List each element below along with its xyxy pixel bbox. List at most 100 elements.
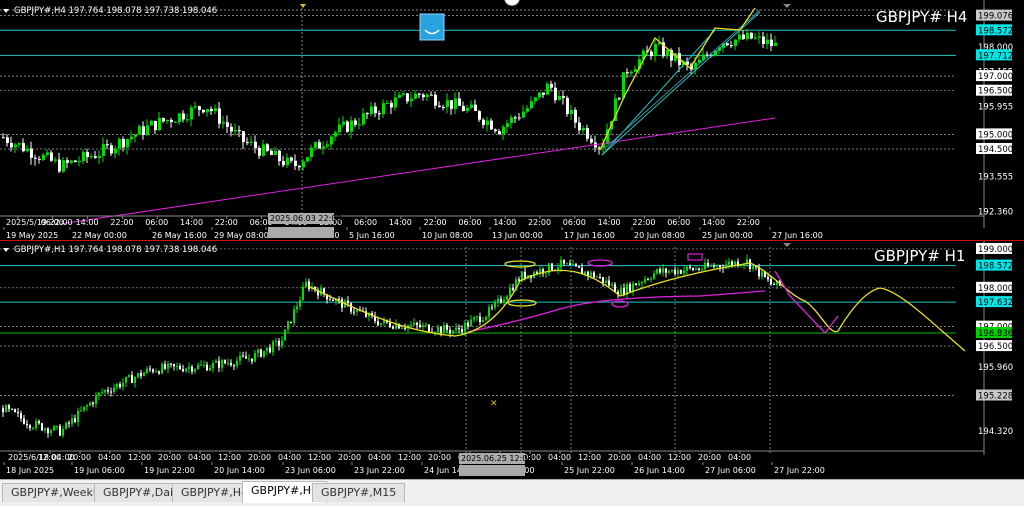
- h4-candle: [190, 104, 193, 126]
- h1-candle: [305, 277, 307, 288]
- h4-candle: [202, 109, 205, 114]
- h1-watermark: GBPJPY# H1: [874, 247, 965, 265]
- h4-candle: [338, 117, 341, 136]
- date-label: 13 Jun 00:00: [492, 231, 543, 240]
- h1-candle: [677, 267, 679, 278]
- h1-candle: [62, 425, 64, 438]
- h1-candle: [383, 316, 385, 327]
- h4-candle: [206, 108, 209, 117]
- h1-candle: [47, 427, 49, 438]
- h1-candle: [320, 284, 322, 296]
- h4-candle: [558, 90, 561, 101]
- time-label: 22:00: [632, 218, 655, 227]
- h4-candle: [262, 139, 265, 157]
- h1-candle: [491, 304, 493, 311]
- h4-candle: [318, 139, 321, 149]
- h4-chart-canvas[interactable]: GBPJPY#,H4 197.764 198.078 197.738 198.0…: [0, 0, 1024, 240]
- h1-candle: [206, 361, 208, 372]
- h4-candle: [46, 149, 49, 157]
- h1-candle: [575, 262, 577, 268]
- h4-candle: [110, 142, 113, 156]
- h1-candle: [110, 387, 112, 397]
- h1-candle: [374, 311, 376, 324]
- h1-chart-canvas[interactable]: ✕ GBPJPY#,H1 197.764 198.078 197.738 198.…: [0, 241, 1024, 479]
- h4-candle: [662, 37, 665, 59]
- h1-candle: [158, 370, 160, 375]
- crosshair-date-box: [268, 227, 334, 238]
- h4-candle: [406, 92, 409, 104]
- h4-candle: [650, 49, 653, 60]
- h4-candle: [770, 33, 773, 52]
- h1-candle: [557, 262, 559, 275]
- date-label: 27 Jun 06:00: [705, 466, 756, 475]
- h4-candle: [578, 116, 581, 135]
- h4-candle: [758, 31, 761, 44]
- price-axis-label: 195.000: [978, 130, 1013, 140]
- h4-candle: [382, 99, 385, 118]
- h4-candle: [366, 112, 369, 120]
- time-label: 14:00: [598, 218, 621, 227]
- h4-candle: [478, 110, 481, 123]
- h1-candle: [287, 320, 289, 334]
- h4-candle: [346, 120, 349, 133]
- h1-candle: [566, 262, 568, 265]
- h4-candle: [518, 113, 521, 121]
- h1-candle: [125, 376, 127, 387]
- h1-candle: [281, 335, 283, 349]
- h1-candle: [236, 356, 238, 369]
- gauge-icon[interactable]: [503, 0, 521, 7]
- price-axis-label: 196.500: [978, 342, 1013, 352]
- h1-candle: [671, 269, 673, 273]
- h1-candle: [704, 258, 706, 272]
- h1-candle: [80, 405, 82, 412]
- h1-candle: [419, 320, 421, 329]
- h1-candle: [113, 383, 115, 395]
- h4-candle: [42, 152, 45, 162]
- h1-candle: [332, 298, 334, 301]
- h1-candle: [380, 322, 382, 326]
- h1-candle: [272, 339, 274, 356]
- h1-candle: [572, 259, 574, 265]
- tab-m15[interactable]: GBPJPY#,M15: [312, 483, 406, 502]
- h4-candle: [26, 145, 29, 153]
- h4-candle: [350, 116, 353, 139]
- h4-candle: [586, 124, 589, 142]
- h1-candle: [413, 318, 415, 327]
- h1-candle: [467, 320, 469, 330]
- price-axis-label: 198.572: [978, 262, 1013, 272]
- h1-chart-pane[interactable]: ✕ GBPJPY#,H1 197.764 198.078 197.738 198.…: [0, 241, 1024, 479]
- date-label: 29 May 08:00: [214, 231, 269, 240]
- price-axis-label: 198.000: [978, 284, 1013, 294]
- smile-icon[interactable]: [419, 13, 445, 41]
- h1-candle: [131, 371, 133, 384]
- h4-candle: [398, 91, 401, 99]
- h1-candle: [761, 270, 763, 280]
- h1-candle: [626, 282, 628, 300]
- cross-marker-icon: ✕: [490, 399, 498, 409]
- h4-candle: [198, 105, 201, 117]
- channel-line: [601, 29, 716, 156]
- h1-candle: [539, 266, 541, 278]
- h4-chart-pane[interactable]: GBPJPY#,H4 197.764 198.078 197.738 198.0…: [0, 0, 1024, 240]
- h4-candle: [150, 119, 153, 126]
- h1-candle: [266, 347, 268, 356]
- price-axis-label: 199.000: [978, 245, 1013, 255]
- h4-candle: [174, 120, 177, 123]
- h4-candle: [434, 91, 437, 109]
- h1-candle: [446, 323, 448, 333]
- price-axis-label: 193.555: [978, 173, 1013, 183]
- time-label: 14:00: [76, 218, 99, 227]
- h4-candle: [766, 33, 769, 50]
- h4-candle: [6, 134, 9, 147]
- h1-candle: [218, 356, 220, 373]
- h1-candle: [563, 259, 565, 266]
- time-label: 06:00: [354, 218, 377, 227]
- h1-candle: [245, 351, 247, 359]
- h1-candle: [737, 258, 739, 268]
- date-label: 25 Jun 22:00: [564, 466, 615, 475]
- h1-candle: [299, 296, 301, 310]
- h4-candle: [314, 141, 317, 151]
- h4-candle: [10, 136, 13, 152]
- h1-candle: [5, 403, 7, 413]
- time-label: 14:00: [389, 218, 412, 227]
